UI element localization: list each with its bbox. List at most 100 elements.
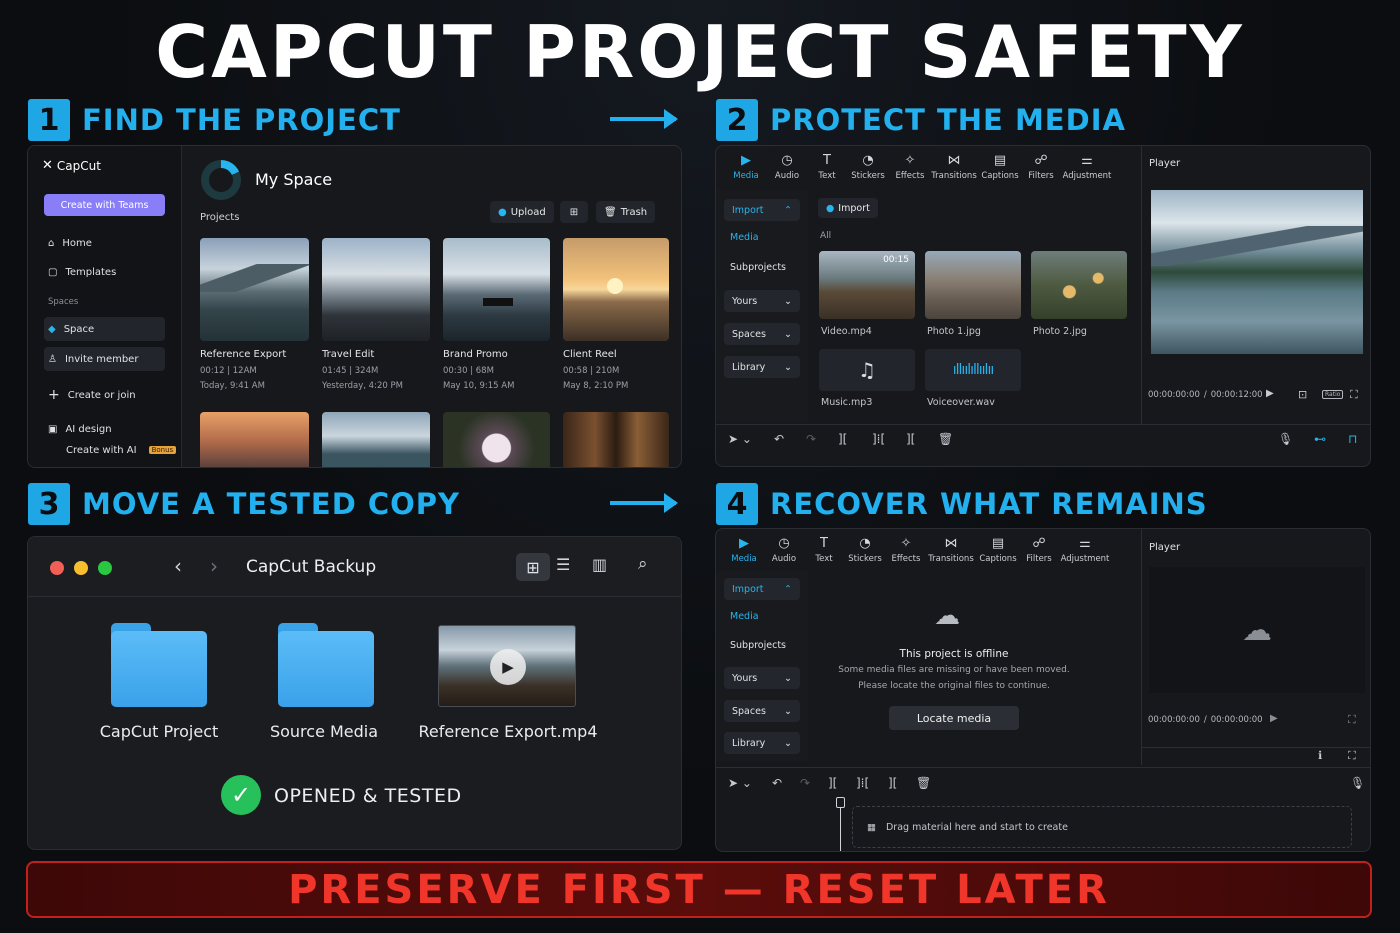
tab-adjustment[interactable]: ⚌ Adjustment [1060,154,1114,184]
project-thumbnail[interactable] [443,412,550,467]
redo-icon[interactable]: ↷ [800,776,810,790]
magnet-icon[interactable]: ⊓ [1348,432,1357,446]
create-with-teams-button[interactable]: Create with Teams [44,194,165,216]
media-icon: ▶ [741,153,751,168]
tab-stickers[interactable]: ◔ Stickers [844,537,886,567]
sidebar-item-templates[interactable]: ▢ Templates [48,263,116,281]
trash-button[interactable]: 🗑 Trash [596,201,656,223]
spaces-dropdown[interactable]: Spaces ⌄ [724,323,800,345]
tab-transitions[interactable]: ⋈ Transitions [930,154,978,184]
tab-filters[interactable]: ☍ Filters [1020,537,1058,567]
select-cursor-icon[interactable]: ➤ ⌄ [728,432,752,446]
locate-media-button[interactable]: Locate media [889,706,1019,730]
fullscreen-icon[interactable]: ⛶ [1348,749,1356,763]
library-dropdown[interactable]: Library ⌄ [724,732,800,754]
video-file-thumbnail[interactable]: ▶ [438,625,576,707]
spaces-dropdown[interactable]: Spaces ⌄ [724,700,800,722]
minimize-window-button[interactable] [74,561,88,575]
music-note-icon[interactable]: ♫ [819,349,915,391]
create-or-join-button[interactable]: + Create or join [48,386,136,404]
undo-icon[interactable]: ↶ [772,776,782,790]
media-photo-thumbnail[interactable] [925,251,1021,319]
tab-captions[interactable]: ▤ Captions [976,537,1020,567]
project-thumbnail[interactable] [200,412,309,467]
fullscreen-icon[interactable]: ⛶ [1348,713,1356,727]
select-cursor-icon[interactable]: ➤ ⌄ [728,776,752,790]
sidebar-item-media[interactable]: Media [730,232,759,243]
play-icon[interactable]: ▶ [1270,713,1278,724]
fullscreen-icon[interactable]: ⛶ [1350,388,1358,402]
invite-member-button[interactable]: ♙ Invite member [44,347,165,371]
column-view-icon[interactable]: ▥ [592,555,607,574]
split-icon[interactable]: ][ [838,432,847,446]
tab-media[interactable]: ▶ Media [724,537,764,567]
maximize-window-button[interactable] [98,561,112,575]
split-right-icon[interactable]: ][ [906,432,915,446]
split-right-icon[interactable]: ][ [888,776,897,790]
import-dropdown[interactable]: Import ⌃ [724,578,800,600]
folder-icon[interactable] [278,623,374,707]
project-thumbnail[interactable] [563,238,669,341]
yours-dropdown[interactable]: Yours ⌄ [724,290,800,312]
playhead-handle[interactable] [836,797,845,808]
close-window-button[interactable] [50,561,64,575]
tab-stickers[interactable]: ◔ Stickers [846,154,890,184]
project-thumbnail[interactable] [200,238,309,341]
media-photo-thumbnail[interactable] [1031,251,1127,319]
search-icon[interactable]: ⌕ [638,554,648,574]
tab-adjustment[interactable]: ⚌ Adjustment [1058,537,1112,567]
tab-effects[interactable]: ✧ Effects [886,537,926,567]
offline-message: Please locate the original files to cont… [858,681,1050,691]
delete-icon[interactable]: 🗑 [938,432,953,446]
new-folder-button[interactable]: ⊞ [560,201,588,223]
grid-view-icon[interactable]: ⊞ [516,553,550,581]
yours-dropdown[interactable]: Yours ⌄ [724,667,800,689]
info-icon[interactable]: ℹ [1318,749,1322,762]
sidebar-item-ai-design[interactable]: ▣ AI design [48,420,112,438]
tab-media[interactable]: ▶ Media [726,154,766,184]
folder-icon[interactable] [111,623,207,707]
undo-icon[interactable]: ↶ [774,432,784,446]
sidebar-item-home[interactable]: ⌂ Home [48,234,92,252]
delete-icon[interactable]: 🗑 [916,776,931,790]
redo-icon[interactable]: ↷ [806,432,816,446]
tab-audio[interactable]: ◷ Audio [764,537,804,567]
upload-button[interactable]: ● Upload [490,201,554,223]
media-video-thumbnail[interactable]: 00:15 [819,251,915,319]
waveform-icon[interactable]: ıllıılıllıılıı [925,349,1021,391]
split-left-icon[interactable]: ]⁞[ [856,776,869,790]
list-view-icon[interactable]: ☰ [556,555,570,574]
sidebar-item-subprojects[interactable]: Subprojects [730,262,786,273]
import-button[interactable]: ● Import [818,198,878,218]
tab-transitions[interactable]: ⋈ Transitions [926,537,976,567]
back-chevron-icon[interactable]: ‹ [174,554,182,578]
create-with-ai-button[interactable]: Create with AI Bonus [66,441,177,459]
microphone-icon[interactable]: 🎙 [1278,432,1293,446]
project-thumbnail[interactable] [443,238,550,341]
microphone-icon[interactable]: 🎙 [1350,776,1365,790]
tab-label: Filters [1026,554,1052,564]
project-thumbnail[interactable] [563,412,669,467]
ratio-button[interactable]: Ratio [1322,390,1344,399]
forward-chevron-icon[interactable]: › [210,554,218,578]
play-icon[interactable]: ▶ [1266,388,1274,399]
tab-text[interactable]: T Text [808,154,846,184]
split-icon[interactable]: ][ [828,776,837,790]
project-thumbnail[interactable] [322,238,430,341]
screen-icon[interactable]: ⊡ [1298,388,1307,401]
import-dropdown[interactable]: Import ⌃ [724,199,800,221]
sidebar-item-media[interactable]: Media [730,611,759,622]
timeline-drop-zone[interactable]: ▦ Drag material here and start to create [852,806,1352,848]
project-thumbnail[interactable] [322,412,430,467]
sidebar-item-space[interactable]: ◆ Space [44,317,165,341]
split-left-icon[interactable]: ]⁞[ [872,432,885,446]
sidebar-item-subprojects[interactable]: Subprojects [730,640,786,651]
tab-text[interactable]: T Text [804,537,844,567]
link-icon[interactable]: ⊷ [1314,432,1326,446]
tab-filters[interactable]: ☍ Filters [1022,154,1060,184]
filter-all[interactable]: All [820,231,831,241]
library-dropdown[interactable]: Library ⌄ [724,356,800,378]
tab-audio[interactable]: ◷ Audio [766,154,808,184]
tab-captions[interactable]: ▤ Captions [978,154,1022,184]
tab-effects[interactable]: ✧ Effects [890,154,930,184]
